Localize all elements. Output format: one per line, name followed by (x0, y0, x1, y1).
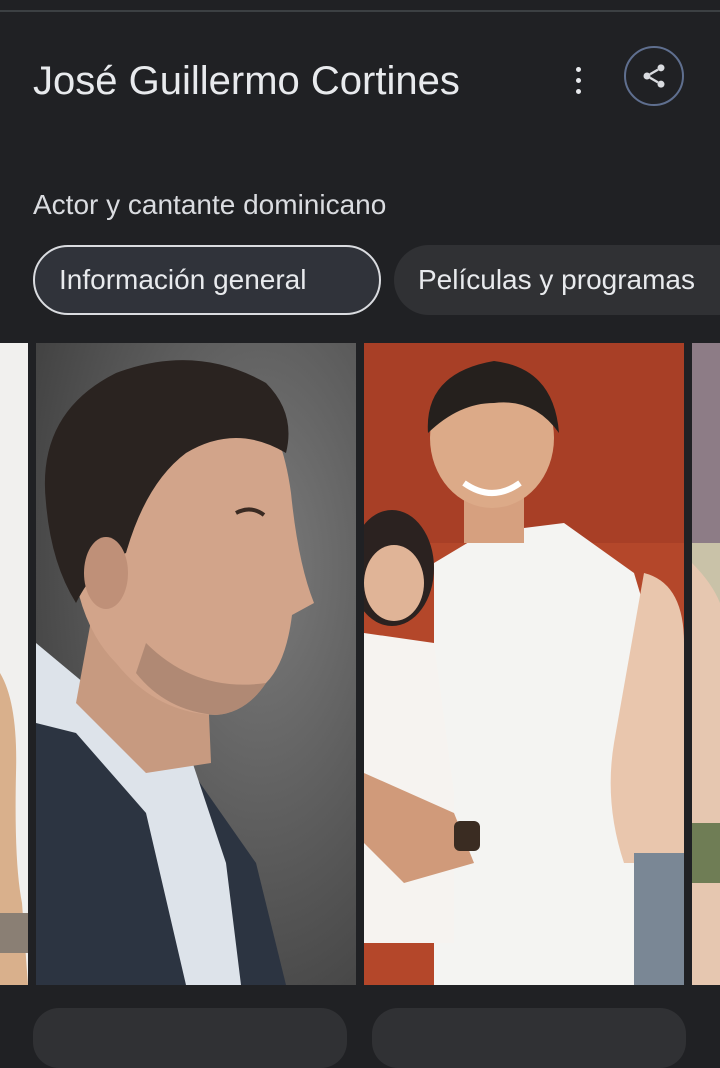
more-vert-icon-dot (575, 66, 581, 72)
gallery-image-portrait-profile[interactable] (36, 343, 356, 985)
top-divider (0, 10, 720, 12)
more-options-button[interactable] (556, 58, 600, 102)
tab-informacion-general[interactable]: Información general (33, 245, 381, 315)
info-card-left[interactable] (33, 1008, 347, 1068)
entity-subtitle: Actor y cantante dominicano (33, 189, 387, 220)
more-vert-icon-dot (575, 88, 581, 94)
tab-peliculas-y-programas[interactable]: Películas y programas (394, 245, 720, 315)
gallery-image-family-photo[interactable] (364, 343, 684, 985)
more-vert-icon-dot (575, 77, 581, 83)
info-card-right[interactable] (372, 1008, 686, 1068)
share-icon (643, 64, 665, 88)
gallery-image-partial-left[interactable] (0, 343, 28, 985)
image-gallery (0, 343, 720, 985)
share-button[interactable] (624, 46, 684, 106)
gallery-image-partial-right[interactable] (692, 343, 720, 985)
entity-title: José Guillermo Cortines (33, 59, 460, 103)
